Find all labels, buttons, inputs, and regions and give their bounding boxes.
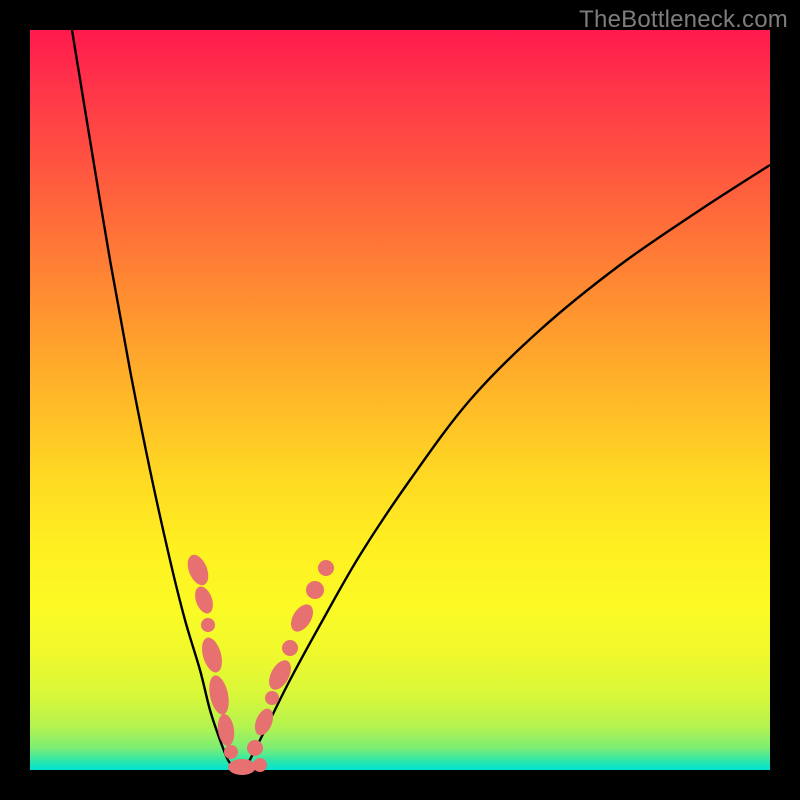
marker-pill <box>198 635 225 675</box>
marker-dot <box>247 740 263 756</box>
marker-dot <box>318 560 334 576</box>
marker-cluster <box>184 552 334 775</box>
curve-right-branch <box>245 165 770 769</box>
marker-pill <box>265 657 296 694</box>
marker-dot <box>265 691 279 705</box>
marker-dot <box>224 745 238 759</box>
marker-pill <box>286 601 317 636</box>
chart-plot-area <box>30 30 770 770</box>
marker-pill <box>228 759 256 775</box>
marker-pill <box>192 584 217 616</box>
marker-pill <box>251 706 276 738</box>
marker-dot <box>201 618 215 632</box>
marker-dot <box>306 581 324 599</box>
marker-pill <box>184 552 213 588</box>
marker-pill <box>216 713 236 747</box>
marker-dot <box>282 640 298 656</box>
marker-dot <box>253 758 267 772</box>
bottleneck-curve <box>30 30 770 770</box>
